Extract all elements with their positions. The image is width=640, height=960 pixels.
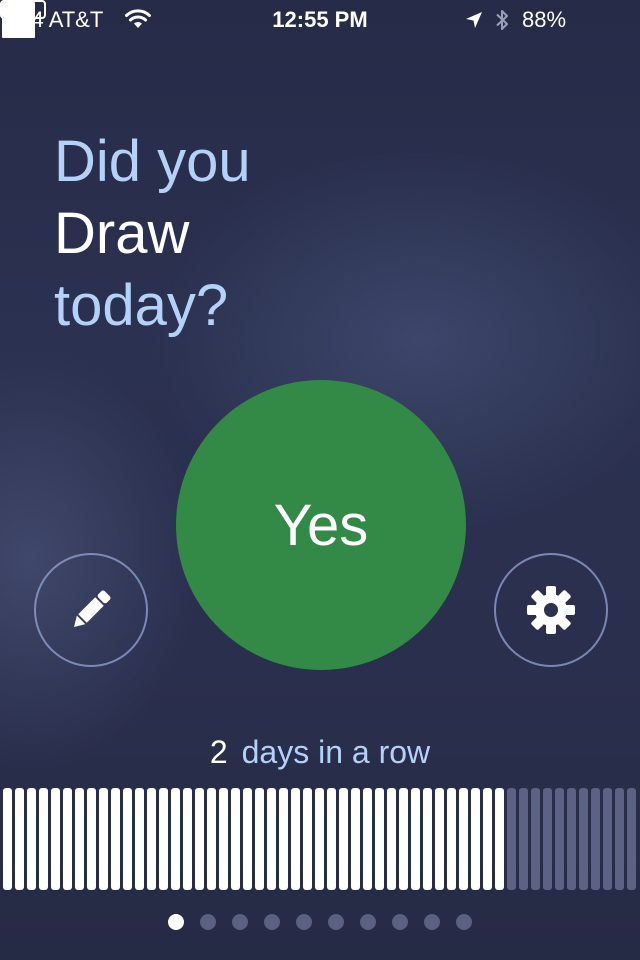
streak-day-bar-filled bbox=[39, 788, 48, 890]
streak-day-bar-empty bbox=[567, 788, 576, 890]
bluetooth-icon bbox=[496, 10, 508, 30]
question-line-1: Did you bbox=[54, 129, 251, 194]
streak-day-bar-filled bbox=[387, 788, 396, 890]
streak-day-bar-empty bbox=[519, 788, 528, 890]
page-dot[interactable] bbox=[424, 914, 440, 930]
streak-day-bar-filled bbox=[399, 788, 408, 890]
streak-summary: 2 days in a row bbox=[0, 732, 640, 772]
streak-day-bar-filled bbox=[99, 788, 108, 890]
streak-day-bar-filled bbox=[171, 788, 180, 890]
streak-day-bar-filled bbox=[135, 788, 144, 890]
question-line-3: today? bbox=[54, 273, 229, 338]
location-arrow-icon bbox=[466, 12, 482, 28]
streak-day-bar-filled bbox=[123, 788, 132, 890]
streak-day-bar-empty bbox=[555, 788, 564, 890]
streak-day-bar-filled bbox=[483, 788, 492, 890]
streak-day-bar-empty bbox=[507, 788, 516, 890]
battery-percent-label: 88% bbox=[522, 7, 567, 32]
streak-day-bar-filled bbox=[351, 788, 360, 890]
page-dot[interactable] bbox=[232, 914, 248, 930]
streak-day-bar-filled bbox=[495, 788, 504, 890]
streak-day-bar-filled bbox=[459, 788, 468, 890]
streak-day-bar-empty bbox=[543, 788, 552, 890]
streak-day-bar-filled bbox=[3, 788, 12, 890]
streak-day-bar-empty bbox=[591, 788, 600, 890]
streak-day-bar-filled bbox=[75, 788, 84, 890]
page-dot[interactable] bbox=[328, 914, 344, 930]
gear-icon bbox=[527, 586, 575, 634]
streak-day-bar-filled bbox=[363, 788, 372, 890]
page-dot-active[interactable] bbox=[168, 914, 184, 930]
streak-day-bar-filled bbox=[63, 788, 72, 890]
question-line-2: Draw bbox=[54, 201, 190, 266]
streak-day-bar-filled bbox=[471, 788, 480, 890]
streak-day-bar-filled bbox=[267, 788, 276, 890]
streak-day-bar-filled bbox=[375, 788, 384, 890]
streak-day-bar-empty bbox=[603, 788, 612, 890]
streak-day-bar-filled bbox=[339, 788, 348, 890]
streak-day-bar-filled bbox=[447, 788, 456, 890]
streak-day-bar-filled bbox=[27, 788, 36, 890]
page-dot[interactable] bbox=[456, 914, 472, 930]
streak-day-bar-filled bbox=[327, 788, 336, 890]
streak-day-bar-filled bbox=[423, 788, 432, 890]
streak-day-bar-filled bbox=[15, 788, 24, 890]
streak-count: 2 bbox=[209, 734, 228, 770]
settings-button[interactable] bbox=[494, 553, 608, 667]
streak-day-bar-empty bbox=[615, 788, 624, 890]
status-bar: -64 AT&T 12:55 PM 88% bbox=[0, 0, 640, 40]
yes-button[interactable]: Yes bbox=[176, 380, 466, 670]
yes-button-label: Yes bbox=[273, 492, 369, 558]
streak-day-bar-filled bbox=[315, 788, 324, 890]
streak-day-bar-filled bbox=[147, 788, 156, 890]
page-dot[interactable] bbox=[264, 914, 280, 930]
streak-label: days in a row bbox=[241, 734, 431, 770]
streak-day-bar-filled bbox=[435, 788, 444, 890]
streak-day-bar-filled bbox=[195, 788, 204, 890]
page-dot[interactable] bbox=[296, 914, 312, 930]
streak-day-bar-filled bbox=[219, 788, 228, 890]
streak-day-bar-filled bbox=[159, 788, 168, 890]
streak-day-bar-filled bbox=[411, 788, 420, 890]
streak-day-bar-filled bbox=[291, 788, 300, 890]
streak-day-bar-filled bbox=[279, 788, 288, 890]
streak-day-bar-filled bbox=[51, 788, 60, 890]
streak-day-bar-filled bbox=[231, 788, 240, 890]
streak-day-bar-empty bbox=[579, 788, 588, 890]
question-heading: Did you Draw today? bbox=[54, 126, 251, 342]
page-dot[interactable] bbox=[360, 914, 376, 930]
streak-day-bar-filled bbox=[243, 788, 252, 890]
pencil-icon bbox=[74, 590, 111, 627]
streak-history bbox=[0, 788, 640, 890]
page-dot[interactable] bbox=[392, 914, 408, 930]
streak-day-bar-filled bbox=[87, 788, 96, 890]
streak-day-bar-filled bbox=[255, 788, 264, 890]
page-dot[interactable] bbox=[200, 914, 216, 930]
streak-day-bar-filled bbox=[207, 788, 216, 890]
streak-day-bar-empty bbox=[531, 788, 540, 890]
draw-button[interactable] bbox=[34, 553, 148, 667]
streak-day-bar-filled bbox=[303, 788, 312, 890]
streak-day-bar-filled bbox=[183, 788, 192, 890]
streak-day-bar-empty bbox=[627, 788, 636, 890]
streak-day-bar-filled bbox=[111, 788, 120, 890]
page-indicator[interactable] bbox=[0, 914, 640, 934]
